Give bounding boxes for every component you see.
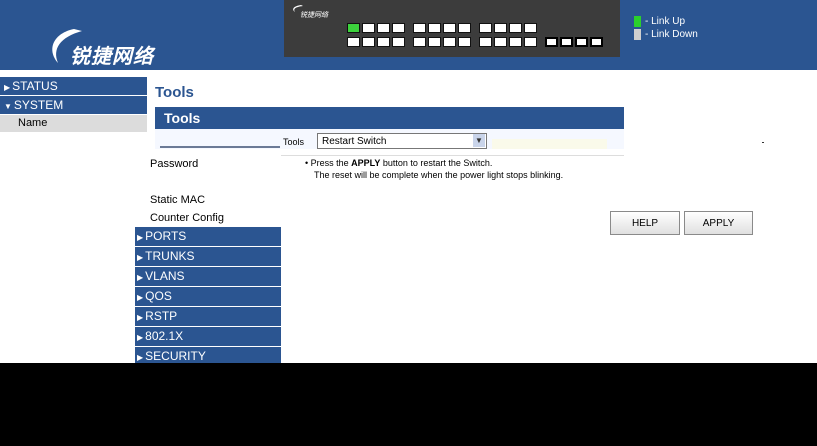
render-artifact bbox=[160, 146, 280, 148]
port[interactable] bbox=[392, 37, 405, 47]
restart-message: • Press the APPLY button to restart the … bbox=[305, 157, 563, 181]
link-up-label: - Link Up bbox=[645, 16, 686, 27]
port[interactable] bbox=[428, 23, 441, 33]
port[interactable] bbox=[479, 37, 492, 47]
page-title: Tools bbox=[155, 84, 194, 101]
message-line-2: The reset will be complete when the powe… bbox=[314, 170, 564, 180]
caret-right-icon: ▶ bbox=[137, 233, 144, 242]
nav-item-vlans[interactable]: ▶ VLANS bbox=[135, 267, 281, 287]
tools-box-header: Tools bbox=[155, 107, 624, 129]
left-menu: Password • Tools Static MAC Counter Conf… bbox=[135, 155, 281, 367]
menu-item-tools[interactable]: • Tools bbox=[135, 173, 281, 191]
caret-right-icon: ▶ bbox=[4, 83, 11, 92]
menu-item-static-mac[interactable]: Static MAC bbox=[135, 191, 281, 209]
sidebar-item-status[interactable]: ▶ STATUS bbox=[0, 77, 147, 96]
nav-item-rstp[interactable]: ▶ RSTP bbox=[135, 307, 281, 327]
chevron-down-icon[interactable]: ▼ bbox=[473, 134, 485, 147]
nav-item-8021x[interactable]: ▶ 802.1X bbox=[135, 327, 281, 347]
nav-item-qos[interactable]: ▶ QOS bbox=[135, 287, 281, 307]
sfp-port[interactable] bbox=[560, 37, 573, 47]
sidebar-item-system[interactable]: ▼ SYSTEM bbox=[0, 96, 147, 115]
nav-item-trunks[interactable]: ▶ TRUNKS bbox=[135, 247, 281, 267]
port[interactable] bbox=[458, 23, 471, 33]
port[interactable] bbox=[524, 23, 537, 33]
menu-item-password[interactable]: Password bbox=[135, 155, 281, 173]
switch-brand: 锐捷网络 bbox=[300, 12, 328, 19]
message-line-1: • Press the APPLY button to restart the … bbox=[305, 158, 493, 168]
black-area bbox=[0, 363, 817, 446]
port[interactable] bbox=[443, 23, 456, 33]
port[interactable] bbox=[509, 23, 522, 33]
link-down-label: - Link Down bbox=[645, 29, 698, 40]
port[interactable] bbox=[458, 37, 471, 47]
port[interactable] bbox=[347, 37, 360, 47]
port[interactable] bbox=[362, 37, 375, 47]
caret-right-icon: ▶ bbox=[137, 273, 144, 282]
port[interactable] bbox=[413, 37, 426, 47]
port[interactable] bbox=[509, 37, 522, 47]
port[interactable] bbox=[479, 23, 492, 33]
port[interactable] bbox=[494, 37, 507, 47]
caret-right-icon: ▶ bbox=[137, 293, 144, 302]
tools-label: Tools bbox=[283, 137, 305, 147]
port[interactable] bbox=[392, 23, 405, 33]
caret-right-icon: ▶ bbox=[137, 253, 144, 262]
apply-button[interactable]: APPLY bbox=[684, 211, 753, 235]
link-up-swatch bbox=[634, 16, 641, 27]
logo-text: 锐捷网络 bbox=[70, 44, 154, 68]
sfp-port[interactable] bbox=[590, 37, 603, 47]
sidebar: ▶ STATUS ▼ SYSTEM Name bbox=[0, 77, 147, 132]
port[interactable] bbox=[428, 37, 441, 47]
port[interactable] bbox=[443, 37, 456, 47]
port[interactable] bbox=[377, 37, 390, 47]
render-artifact bbox=[492, 139, 607, 149]
caret-right-icon: ▶ bbox=[137, 353, 144, 362]
caret-right-icon: ▶ bbox=[137, 313, 144, 322]
caret-down-icon: ▼ bbox=[4, 102, 12, 111]
port[interactable] bbox=[494, 23, 507, 33]
ports-row-bottom bbox=[347, 37, 603, 47]
port[interactable] bbox=[377, 23, 390, 33]
sfp-port[interactable] bbox=[545, 37, 558, 47]
help-button[interactable]: HELP bbox=[610, 211, 680, 235]
link-down-swatch bbox=[634, 29, 641, 40]
menu-item-counter-config[interactable]: Counter Config bbox=[135, 209, 281, 227]
port[interactable] bbox=[362, 23, 375, 33]
ports-row-top bbox=[347, 23, 537, 33]
tools-select[interactable]: Restart Switch bbox=[317, 133, 487, 149]
sfp-port[interactable] bbox=[575, 37, 588, 47]
render-artifact bbox=[762, 142, 764, 143]
port[interactable] bbox=[524, 37, 537, 47]
port[interactable] bbox=[413, 23, 426, 33]
sidebar-item-name[interactable]: Name bbox=[0, 115, 147, 132]
caret-right-icon: ▶ bbox=[137, 333, 144, 342]
port[interactable] bbox=[347, 23, 360, 33]
nav-item-ports[interactable]: ▶ PORTS bbox=[135, 227, 281, 247]
